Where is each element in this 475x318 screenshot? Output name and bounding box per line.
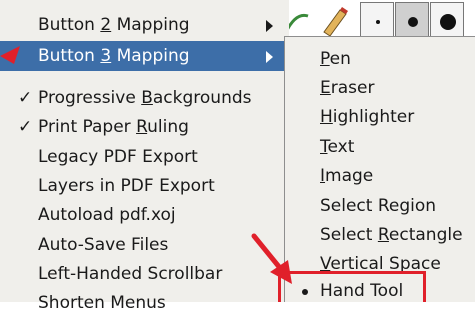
menu-item-legacy-pdf-export[interactable]: Legacy PDF Export [0, 142, 289, 172]
menu-item-button-3-mapping[interactable]: Button 3 Mapping [0, 41, 289, 71]
menu-item-progressive-backgrounds[interactable]: ✓ Progressive Backgrounds [0, 83, 289, 113]
submenu-item-select-region[interactable]: Select Region [285, 191, 475, 221]
menu-item-autoload-pdf-xoj[interactable]: Autoload pdf.xoj [0, 200, 289, 230]
options-menu: Button 2 Mapping Button 3 Mapping ✓ Prog… [0, 0, 289, 313]
submenu-item-image[interactable]: Image [285, 161, 475, 191]
annotation-arrow-icon [0, 46, 20, 64]
annotation-arrow-icon [251, 233, 292, 284]
check-icon: ✓ [18, 88, 33, 108]
menu-item-print-paper-ruling[interactable]: ✓ Print Paper Ruling [0, 112, 289, 142]
submenu-item-eraser[interactable]: Eraser [285, 73, 475, 103]
button-3-mapping-submenu: Pen Eraser Highlighter Text Image Select… [284, 36, 475, 302]
menu-item-left-handed-scrollbar[interactable]: Left-Handed Scrollbar [0, 259, 289, 289]
submenu-item-select-rectangle[interactable]: Select Rectangle [285, 220, 475, 250]
submenu-arrow-icon [266, 51, 273, 63]
menu-item-shorten-menus[interactable]: Shorten Menus [0, 288, 289, 318]
pencil-icon[interactable] [316, 2, 350, 40]
small-dot-icon[interactable] [360, 2, 394, 40]
menu-item-layers-in-pdf-export[interactable]: Layers in PDF Export [0, 171, 289, 201]
large-dot-icon[interactable] [430, 2, 464, 40]
medium-dot-icon[interactable] [395, 2, 429, 40]
submenu-arrow-icon [266, 20, 273, 32]
submenu-item-pen[interactable]: Pen [285, 44, 475, 74]
menu-item-button-2-mapping[interactable]: Button 2 Mapping [0, 10, 289, 40]
submenu-item-text[interactable]: Text [285, 132, 475, 162]
check-icon: ✓ [18, 117, 33, 137]
submenu-item-highlighter[interactable]: Highlighter [285, 102, 475, 132]
annotation-highlight-box [278, 271, 426, 302]
menu-item-auto-save-files[interactable]: Auto-Save Files [0, 230, 289, 260]
